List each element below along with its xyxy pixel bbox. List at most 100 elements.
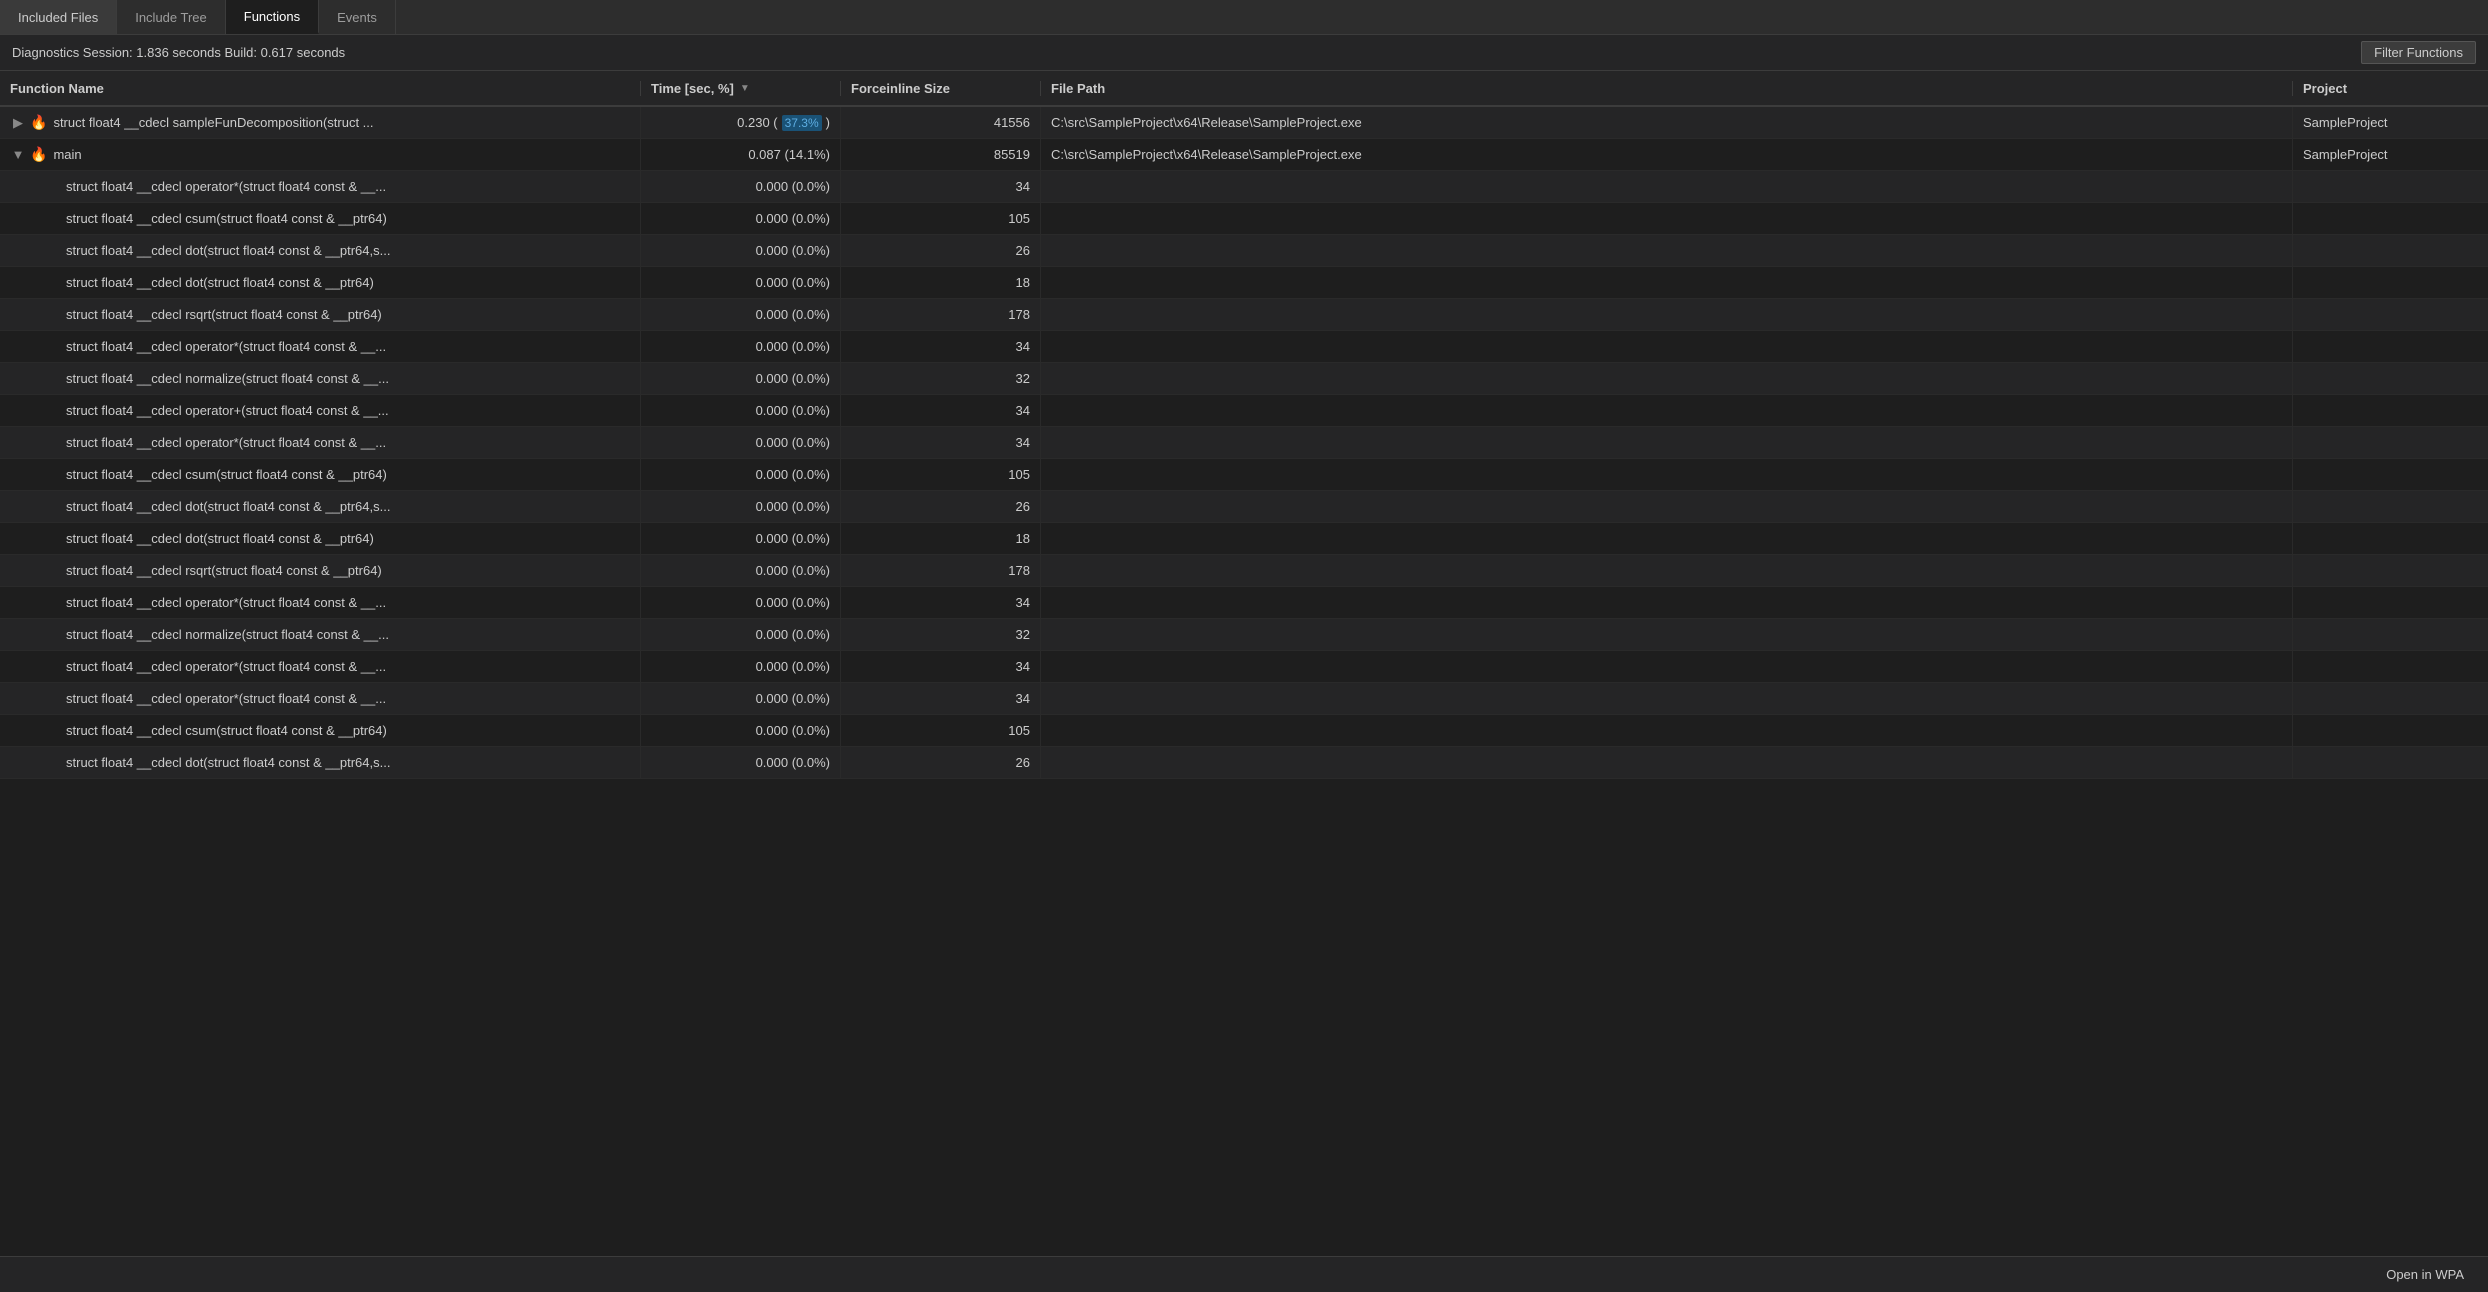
filter-functions-button[interactable]: Filter Functions [2361,41,2476,64]
flame-icon: 🔥 [30,114,47,131]
function-name-text: struct float4 __cdecl dot(struct float4 … [66,499,390,514]
cell-project [2292,651,2472,682]
cell-file-path [1040,555,2292,586]
cell-project [2292,299,2472,330]
col-header-filepath[interactable]: File Path [1040,81,2292,96]
cell-file-path [1040,651,2292,682]
expand-icon[interactable]: ▶ [10,115,26,131]
table-row[interactable]: struct float4 __cdecl operator*(struct f… [0,587,2488,619]
cell-project [2292,619,2472,650]
cell-time: 0.000 (0.0%) [640,651,840,682]
cell-time: 0.000 (0.0%) [640,683,840,714]
function-name-text: struct float4 __cdecl dot(struct float4 … [66,531,374,546]
table-row[interactable]: struct float4 __cdecl dot(struct float4 … [0,267,2488,299]
cell-function-name: struct float4 __cdecl dot(struct float4 … [0,491,640,522]
table-row[interactable]: struct float4 __cdecl operator*(struct f… [0,171,2488,203]
table-row[interactable]: struct float4 __cdecl csum(struct float4… [0,203,2488,235]
tab-included-files[interactable]: Included Files [0,0,117,34]
cell-forceinline-size: 32 [840,363,1040,394]
cell-project: SampleProject [2292,107,2472,138]
table-row[interactable]: struct float4 __cdecl csum(struct float4… [0,459,2488,491]
tab-events[interactable]: Events [319,0,396,34]
table-row[interactable]: struct float4 __cdecl csum(struct float4… [0,715,2488,747]
cell-forceinline-size: 26 [840,491,1040,522]
cell-project [2292,747,2472,778]
cell-project [2292,459,2472,490]
cell-file-path [1040,747,2292,778]
cell-file-path: C:\src\SampleProject\x64\Release\SampleP… [1040,139,2292,170]
table-row[interactable]: struct float4 __cdecl operator*(struct f… [0,683,2488,715]
cell-function-name: ▶🔥 struct float4 __cdecl sampleFunDecompo… [0,107,640,138]
table-row[interactable]: struct float4 __cdecl normalize(struct f… [0,619,2488,651]
table-row[interactable]: struct float4 __cdecl normalize(struct f… [0,363,2488,395]
table-row[interactable]: struct float4 __cdecl rsqrt(struct float… [0,555,2488,587]
function-name-text: struct float4 __cdecl dot(struct float4 … [66,275,374,290]
open-in-wpa-button[interactable]: Open in WPA [2378,1263,2472,1286]
table-row[interactable]: struct float4 __cdecl dot(struct float4 … [0,235,2488,267]
cell-time: 0.000 (0.0%) [640,523,840,554]
cell-file-path [1040,683,2292,714]
cell-file-path [1040,363,2292,394]
table-row[interactable]: struct float4 __cdecl operator*(struct f… [0,427,2488,459]
cell-function-name: struct float4 __cdecl dot(struct float4 … [0,523,640,554]
function-name-text: struct float4 __cdecl sampleFunDecomposi… [53,115,373,130]
function-name-text: struct float4 __cdecl csum(struct float4… [66,467,387,482]
cell-function-name: struct float4 __cdecl csum(struct float4… [0,459,640,490]
cell-file-path: C:\src\SampleProject\x64\Release\SampleP… [1040,107,2292,138]
flame-icon: 🔥 [30,146,47,163]
function-name-text: struct float4 __cdecl operator*(struct f… [66,691,386,706]
cell-function-name: struct float4 __cdecl operator*(struct f… [0,331,640,362]
cell-forceinline-size: 34 [840,651,1040,682]
table-body: ▶🔥 struct float4 __cdecl sampleFunDecompo… [0,107,2488,779]
table-row[interactable]: struct float4 __cdecl operator*(struct f… [0,331,2488,363]
cell-time: 0.000 (0.0%) [640,267,840,298]
cell-project [2292,427,2472,458]
cell-function-name: struct float4 __cdecl dot(struct float4 … [0,747,640,778]
cell-forceinline-size: 26 [840,235,1040,266]
cell-time: 0.000 (0.0%) [640,171,840,202]
table-row[interactable]: struct float4 __cdecl operator+(struct f… [0,395,2488,427]
table-row[interactable]: struct float4 __cdecl dot(struct float4 … [0,523,2488,555]
cell-project [2292,715,2472,746]
cell-file-path [1040,331,2292,362]
cell-file-path [1040,587,2292,618]
cell-forceinline-size: 34 [840,587,1040,618]
function-name-text: struct float4 __cdecl rsqrt(struct float… [66,307,382,322]
cell-function-name: struct float4 __cdecl csum(struct float4… [0,203,640,234]
table-row[interactable]: struct float4 __cdecl dot(struct float4 … [0,491,2488,523]
cell-forceinline-size: 34 [840,395,1040,426]
cell-file-path [1040,491,2292,522]
col-header-project[interactable]: Project [2292,81,2472,96]
tab-functions[interactable]: Functions [226,0,319,34]
table-header: Function Name Time [sec, %] ▼ Forceinlin… [0,71,2488,107]
cell-time: 0.000 (0.0%) [640,747,840,778]
collapse-icon[interactable]: ▼ [10,147,26,163]
table-row[interactable]: struct float4 __cdecl operator*(struct f… [0,651,2488,683]
cell-forceinline-size: 105 [840,203,1040,234]
cell-forceinline-size: 32 [840,619,1040,650]
cell-forceinline-size: 85519 [840,139,1040,170]
cell-forceinline-size: 26 [840,747,1040,778]
cell-time: 0.000 (0.0%) [640,299,840,330]
table-row[interactable]: struct float4 __cdecl rsqrt(struct float… [0,299,2488,331]
table-row[interactable]: ▶🔥 struct float4 __cdecl sampleFunDecompo… [0,107,2488,139]
cell-function-name: struct float4 __cdecl csum(struct float4… [0,715,640,746]
cell-function-name: struct float4 __cdecl rsqrt(struct float… [0,299,640,330]
cell-project: SampleProject [2292,139,2472,170]
tab-include-tree[interactable]: Include Tree [117,0,226,34]
cell-forceinline-size: 34 [840,427,1040,458]
function-name-text: struct float4 __cdecl operator+(struct f… [66,403,389,418]
table-row[interactable]: struct float4 __cdecl dot(struct float4 … [0,747,2488,779]
cell-time: 0.000 (0.0%) [640,715,840,746]
function-name-text: struct float4 __cdecl operator*(struct f… [66,595,386,610]
col-header-function-name[interactable]: Function Name [0,81,640,96]
col-header-time[interactable]: Time [sec, %] ▼ [640,81,840,96]
cell-function-name: struct float4 __cdecl operator+(struct f… [0,395,640,426]
cell-project [2292,235,2472,266]
table-row[interactable]: ▼🔥main0.087 (14.1%)85519C:\src\SamplePro… [0,139,2488,171]
cell-function-name: struct float4 __cdecl normalize(struct f… [0,619,640,650]
cell-time: 0.000 (0.0%) [640,427,840,458]
cell-time: 0.000 (0.0%) [640,395,840,426]
col-header-forceinline[interactable]: Forceinline Size [840,81,1040,96]
function-name-text: struct float4 __cdecl csum(struct float4… [66,723,387,738]
